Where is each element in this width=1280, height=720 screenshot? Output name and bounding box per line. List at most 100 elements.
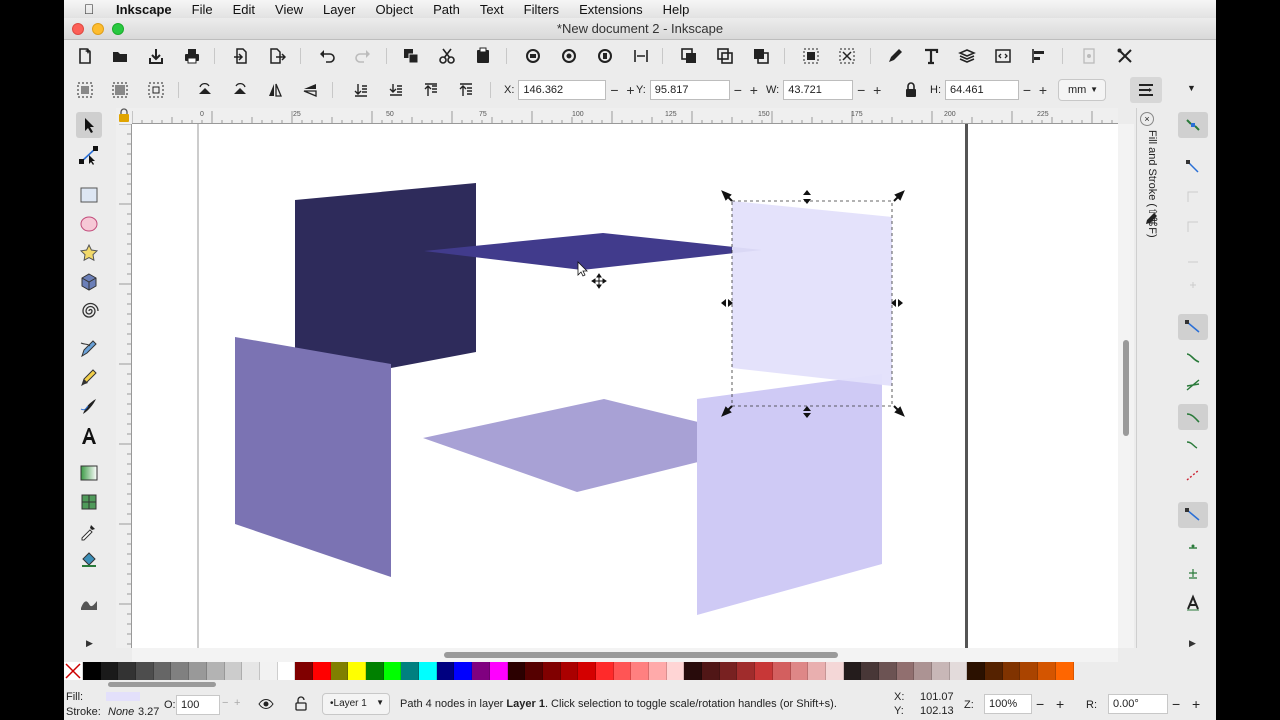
undo-icon[interactable] [314, 43, 340, 69]
palette-swatch[interactable] [259, 662, 278, 680]
raise-to-top-icon[interactable] [453, 77, 479, 103]
palette-swatch[interactable] [719, 662, 738, 680]
lock-ratio-icon[interactable] [898, 77, 924, 103]
lower-to-bottom-icon[interactable] [348, 77, 374, 103]
palette-swatch[interactable] [366, 662, 384, 680]
zoom-selection-icon[interactable] [520, 43, 546, 69]
group-icon[interactable] [798, 43, 824, 69]
palette-swatch[interactable] [684, 662, 703, 680]
paste-icon[interactable] [470, 43, 496, 69]
palette-swatch[interactable] [790, 662, 809, 680]
snap-object-midpoints-icon[interactable] [1178, 532, 1208, 558]
menu-edit[interactable]: Edit [223, 2, 265, 17]
opacity-decrement-button[interactable]: − [222, 697, 228, 709]
palette-swatch[interactable] [560, 662, 579, 680]
select-all-layers-icon[interactable] [107, 77, 133, 103]
selector-tool[interactable] [76, 112, 102, 138]
redo-icon[interactable] [350, 43, 376, 69]
freehand-tool[interactable] [76, 365, 102, 391]
width-input[interactable]: 43.721 [783, 80, 854, 100]
text-font-icon[interactable] [918, 43, 944, 69]
save-icon[interactable] [143, 43, 169, 69]
paint-bucket-tool[interactable] [76, 547, 102, 573]
fill-indicator[interactable] [106, 692, 140, 701]
snap-bbox-corners-icon[interactable] [1178, 214, 1208, 240]
palette-swatch[interactable] [224, 662, 243, 680]
rotate-increment-button[interactable]: + [1192, 696, 1200, 712]
snap-others-icon[interactable] [1178, 502, 1208, 528]
zoom-increment-button[interactable]: + [1056, 696, 1064, 712]
rotate-cw-icon[interactable] [227, 77, 253, 103]
snap-bar-expand-icon[interactable]: ▶ [1189, 638, 1196, 649]
menu-help[interactable]: Help [653, 2, 700, 17]
palette-swatch[interactable] [825, 662, 844, 680]
palette-swatch[interactable] [613, 662, 632, 680]
y-input[interactable]: 95.817 [649, 80, 730, 100]
palette-swatch[interactable] [348, 662, 366, 680]
snap-bbox-edges-icon[interactable] [1178, 184, 1208, 210]
palette-swatch[interactable] [914, 662, 932, 680]
palette-swatch[interactable] [189, 662, 207, 680]
palette-swatch[interactable] [136, 662, 154, 680]
dropper-tool[interactable] [76, 518, 102, 544]
zoom-window-button[interactable] [112, 23, 124, 35]
horizontal-scroll-thumb[interactable] [444, 652, 838, 658]
palette-swatch[interactable] [1055, 662, 1074, 680]
snap-rotation-center-icon[interactable] [1178, 560, 1208, 586]
menu-object[interactable]: Object [366, 2, 424, 17]
app-menu[interactable]: Inkscape [114, 2, 182, 17]
3d-box-tool[interactable] [76, 269, 102, 295]
stroke-value[interactable]: None [108, 706, 134, 718]
menu-layer[interactable]: Layer [313, 2, 366, 17]
ellipse-tool[interactable] [76, 211, 102, 237]
palette-swatch[interactable] [277, 662, 296, 680]
pencil-tool[interactable] [76, 336, 102, 362]
opacity-input[interactable]: 100 [176, 695, 220, 715]
height-decrement-button[interactable]: − [1019, 82, 1035, 98]
snap-text-baseline-icon[interactable] [1178, 590, 1208, 616]
y-increment-button[interactable]: + [746, 82, 762, 98]
palette-swatch[interactable] [631, 662, 649, 680]
palette-swatch[interactable] [242, 662, 260, 680]
flat-bottom-shape[interactable] [423, 399, 698, 492]
cut-icon[interactable] [434, 43, 460, 69]
palette-swatch[interactable] [401, 662, 420, 680]
snap-path-intersections-icon[interactable] [1178, 372, 1208, 398]
menu-view[interactable]: View [265, 2, 313, 17]
drawing-canvas[interactable] [132, 124, 1118, 648]
palette-swatch[interactable] [419, 662, 437, 680]
snap-paths-icon[interactable] [1178, 344, 1208, 370]
zoom-decrement-button[interactable]: − [1036, 696, 1044, 712]
dock-close-icon[interactable]: × [1140, 112, 1154, 126]
rotate-ccw-icon[interactable] [192, 77, 218, 103]
palette-swatch[interactable] [932, 662, 950, 680]
transform-options-button[interactable] [1130, 77, 1162, 103]
menu-extensions[interactable]: Extensions [569, 2, 653, 17]
palette-swatch[interactable] [454, 662, 473, 680]
zoom-page-icon[interactable] [592, 43, 618, 69]
rotate-input[interactable]: 0.00° [1108, 694, 1168, 714]
selected-panel-shape[interactable] [732, 201, 892, 386]
y-decrement-button[interactable]: − [730, 82, 746, 98]
palette-swatch[interactable] [808, 662, 826, 680]
calligraphy-tool[interactable] [76, 394, 102, 420]
horizontal-ruler[interactable]: 0 25 50 75 100 125 150 175 200 225 [132, 108, 1118, 124]
layer-lock-icon[interactable] [294, 696, 308, 711]
palette-swatch[interactable] [967, 662, 986, 680]
duplicate-icon[interactable] [398, 43, 424, 69]
close-window-button[interactable] [72, 23, 84, 35]
enable-snapping-icon[interactable] [1178, 112, 1208, 138]
no-paint-swatch[interactable] [64, 662, 83, 680]
palette-scrollbar[interactable] [64, 681, 1216, 689]
node-tool[interactable] [76, 142, 102, 168]
unlink-clone-icon[interactable] [712, 43, 738, 69]
snap-bounding-box-icon[interactable] [1178, 154, 1208, 180]
unit-select[interactable]: mm ▼ [1058, 79, 1106, 101]
document-properties-icon[interactable] [1076, 43, 1102, 69]
import-icon[interactable] [228, 43, 254, 69]
width-decrement-button[interactable]: − [853, 82, 869, 98]
toolbar-overflow-icon[interactable]: ▼ [1187, 83, 1196, 93]
zoom-page-width-icon[interactable] [628, 43, 654, 69]
zoom-drawing-icon[interactable] [556, 43, 582, 69]
palette-swatch[interactable] [507, 662, 526, 680]
